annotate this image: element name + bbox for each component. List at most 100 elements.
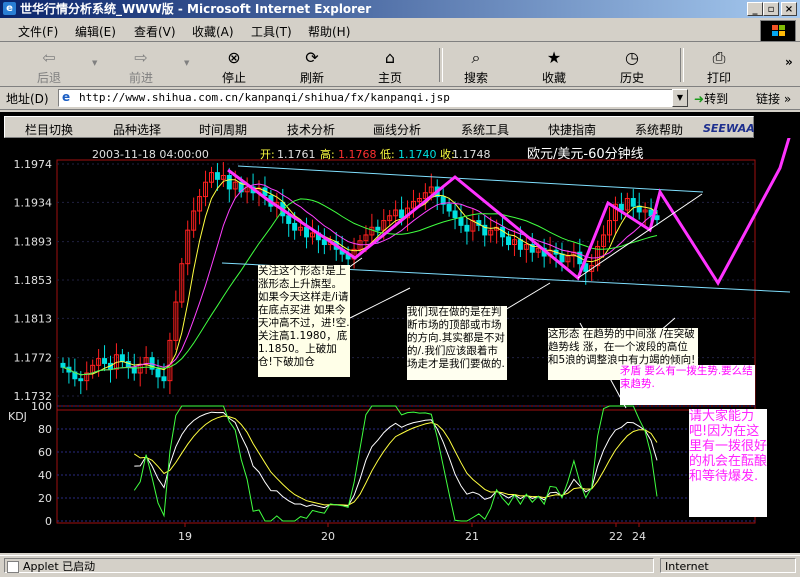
candle-body bbox=[119, 354, 125, 362]
refresh-icon: ⟳ bbox=[305, 48, 319, 67]
quote-open: 1.1761 bbox=[277, 148, 316, 161]
quote-low: 1.1740 bbox=[398, 148, 437, 161]
kdj-line bbox=[134, 411, 658, 509]
app-menu-bar: 栏目切换 品种选择 时间周期 技术分析 画线分析 系统工具 快捷指南 系统帮助 bbox=[4, 116, 754, 138]
pointer-line bbox=[499, 282, 551, 314]
back-dropdown-icon[interactable]: ▼ bbox=[92, 59, 97, 67]
back-arrow-icon: ⇦ bbox=[42, 48, 56, 67]
back-button[interactable]: ⇦ 后退 bbox=[26, 46, 72, 85]
history-button[interactable]: ◷ 历史 bbox=[609, 46, 655, 85]
links-button[interactable]: 链接 » bbox=[756, 90, 791, 107]
x-tick-label: 20 bbox=[321, 530, 335, 543]
candle-body bbox=[286, 215, 292, 224]
app-menu-period[interactable]: 时间周期 bbox=[199, 121, 247, 138]
quote-high-label: 高: bbox=[320, 147, 335, 161]
home-button[interactable]: ⌂ 主页 bbox=[367, 46, 413, 85]
kdj-panel-frame bbox=[56, 405, 756, 524]
kdj-tick-label: 60 bbox=[38, 446, 52, 459]
annotation-note-follow-market: 我们现在做的是在判断市场的顶部或市场的方向.其实都是不对的/.我们应该跟着市场走… bbox=[407, 306, 507, 380]
app-menu-help[interactable]: 系统帮助 bbox=[635, 121, 683, 138]
x-tick-label: 22 bbox=[609, 530, 623, 543]
app-menu-guide[interactable]: 快捷指南 bbox=[548, 121, 596, 138]
page-icon: e bbox=[62, 90, 71, 104]
stop-button[interactable]: ⊗ 停止 bbox=[211, 46, 257, 85]
candle-body bbox=[464, 224, 470, 232]
menu-tools[interactable]: 工具(T) bbox=[251, 23, 292, 40]
search-button[interactable]: ⌕ 搜索 bbox=[453, 46, 499, 85]
candle-body bbox=[506, 236, 512, 246]
forward-button[interactable]: ⇨ 前进 bbox=[118, 46, 164, 85]
toolbar-overflow-icon[interactable]: » bbox=[785, 55, 793, 69]
go-arrow-icon: ➜ bbox=[694, 92, 705, 106]
printer-icon: ⎙ bbox=[712, 48, 726, 67]
go-button[interactable]: ➜转到 bbox=[694, 90, 728, 107]
app-menu-channel[interactable]: 栏目切换 bbox=[25, 121, 73, 138]
candle-body bbox=[60, 362, 66, 368]
x-tick-label: 21 bbox=[465, 530, 479, 543]
maximize-button[interactable]: ▫ bbox=[763, 2, 779, 16]
print-button[interactable]: ⎙ 打印 bbox=[696, 46, 742, 85]
app-menu-drawing[interactable]: 画线分析 bbox=[373, 121, 421, 138]
kdj-tick-label: 40 bbox=[38, 469, 52, 482]
pointer-line bbox=[349, 287, 411, 319]
kdj-tick-label: 80 bbox=[38, 423, 52, 436]
window-title: 世华行情分析系统_WWW版 - Microsoft Internet Explo… bbox=[20, 2, 372, 16]
quote-open-label: 开: bbox=[260, 148, 275, 161]
app-menu-instrument[interactable]: 品种选择 bbox=[113, 121, 161, 138]
menu-help[interactable]: 帮助(H) bbox=[308, 23, 350, 40]
candle-body bbox=[214, 172, 220, 180]
price-tick-label: 1.1934 bbox=[14, 196, 53, 209]
kdj-tick-label: 100 bbox=[31, 400, 52, 413]
price-tick-label: 1.1772 bbox=[14, 352, 53, 365]
app-menu-technical[interactable]: 技术分析 bbox=[287, 121, 335, 138]
menu-favorites[interactable]: 收藏(A) bbox=[192, 23, 234, 40]
candle-body bbox=[559, 253, 565, 263]
status-text: Applet 已启动 bbox=[4, 558, 654, 573]
price-tick-label: 1.1893 bbox=[14, 236, 53, 249]
quote-high: 1.1768 bbox=[338, 148, 377, 161]
candle-body bbox=[102, 358, 108, 364]
address-input[interactable]: e http://www.shihua.com.cn/kanpanqi/shih… bbox=[58, 89, 673, 107]
candle-body bbox=[375, 226, 381, 231]
menu-view[interactable]: 查看(V) bbox=[134, 23, 176, 40]
ie-icon: e bbox=[3, 2, 16, 15]
price-tick-label: 1.1974 bbox=[14, 158, 53, 171]
home-icon: ⌂ bbox=[384, 48, 396, 67]
kdj-tick-label: 20 bbox=[38, 492, 52, 505]
menu-edit[interactable]: 编辑(E) bbox=[75, 23, 116, 40]
candle-body bbox=[292, 222, 298, 231]
close-button[interactable]: × bbox=[781, 2, 797, 16]
candle-body bbox=[517, 239, 523, 250]
candle-body bbox=[654, 215, 660, 221]
candle-body bbox=[304, 226, 310, 238]
status-bar: Applet 已启动 Internet bbox=[0, 555, 800, 577]
toolbar: ⇦ 后退 ▼ ⇨ 前进 ▼ ⊗ 停止 ⟳ 刷新 ⌂ 主页 ⌕ 搜索 ★ 收藏 ◷ 历史 ⎙ 打印 … bbox=[0, 43, 800, 87]
minimize-button[interactable]: _ bbox=[747, 2, 763, 16]
candle-body bbox=[458, 217, 464, 226]
search-icon: ⌕ bbox=[471, 48, 481, 67]
quote-close: 1.1748 bbox=[452, 148, 491, 161]
price-tick-label: 1.1853 bbox=[14, 274, 53, 287]
address-dropdown-icon[interactable]: ▼ bbox=[672, 89, 688, 107]
address-label: 地址(D) bbox=[6, 92, 49, 106]
menu-file[interactable]: 文件(F) bbox=[18, 23, 58, 40]
price-tick-label: 1.1813 bbox=[14, 312, 53, 325]
stop-icon: ⊗ bbox=[227, 48, 241, 67]
candle-body bbox=[321, 239, 327, 246]
refresh-button[interactable]: ⟳ 刷新 bbox=[289, 46, 335, 85]
candle-body bbox=[399, 209, 405, 219]
address-bar: 地址(D) e http://www.shihua.com.cn/kanpanq… bbox=[0, 87, 800, 110]
annotation-note-opportunity: 请大家能力吧!因为在这里有一拨很好的机会在酝酿和等待爆发. bbox=[689, 409, 767, 517]
candle-body bbox=[155, 368, 161, 378]
status-zone: Internet bbox=[660, 558, 796, 573]
annotation-note-flag-pattern: 关注这个形态!是上涨形态上升旗型。如果今天这样走/i请在底点买进 如果今天冲高不… bbox=[258, 265, 350, 377]
candle-body bbox=[226, 175, 232, 190]
applet-status-icon bbox=[7, 561, 19, 573]
candle-body bbox=[452, 210, 458, 219]
address-url: http://www.shihua.com.cn/kanpanqi/shihua… bbox=[79, 91, 450, 104]
forward-dropdown-icon[interactable]: ▼ bbox=[184, 59, 189, 67]
seewaa-logo: SEEWAA bbox=[703, 122, 755, 135]
app-menu-tools[interactable]: 系统工具 bbox=[461, 121, 509, 138]
window-title-bar[interactable]: e 世华行情分析系统_WWW版 - Microsoft Internet Exp… bbox=[0, 0, 800, 18]
favorites-button[interactable]: ★ 收藏 bbox=[531, 46, 577, 85]
